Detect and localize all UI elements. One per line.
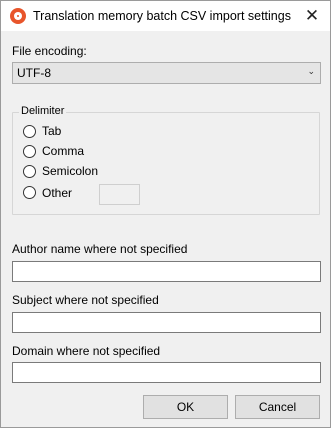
subject-label: Subject where not specified bbox=[12, 293, 159, 307]
radio-tab-label[interactable]: Tab bbox=[42, 124, 61, 138]
domain-label: Domain where not specified bbox=[12, 344, 161, 358]
radio-comma[interactable] bbox=[23, 145, 36, 158]
delimiter-group-label: Delimiter bbox=[19, 105, 67, 117]
window-title: Translation memory batch CSV import sett… bbox=[33, 9, 291, 23]
author-label: Author name where not specified bbox=[12, 242, 188, 256]
other-delimiter-input[interactable] bbox=[99, 184, 140, 205]
radio-semicolon[interactable] bbox=[23, 165, 36, 178]
chevron-down-icon: ⌄ bbox=[307, 66, 315, 76]
author-input[interactable] bbox=[12, 261, 321, 282]
file-encoding-select[interactable]: UTF-8 ⌄ bbox=[12, 62, 321, 84]
cancel-button[interactable]: Cancel bbox=[235, 395, 320, 419]
radio-other[interactable] bbox=[23, 186, 36, 199]
app-logo-icon bbox=[10, 8, 26, 24]
radio-semicolon-label[interactable]: Semicolon bbox=[42, 164, 98, 178]
close-icon[interactable]: ✕ bbox=[300, 4, 324, 28]
domain-input[interactable] bbox=[12, 362, 321, 383]
radio-comma-label[interactable]: Comma bbox=[42, 144, 84, 158]
subject-input[interactable] bbox=[12, 312, 321, 333]
file-encoding-value: UTF-8 bbox=[17, 66, 51, 80]
ok-button[interactable]: OK bbox=[143, 395, 228, 419]
radio-other-label[interactable]: Other bbox=[42, 186, 72, 200]
title-bar: Translation memory batch CSV import sett… bbox=[1, 1, 330, 31]
import-settings-dialog: Translation memory batch CSV import sett… bbox=[0, 0, 331, 428]
radio-tab[interactable] bbox=[23, 125, 36, 138]
file-encoding-label: File encoding: bbox=[12, 44, 87, 58]
